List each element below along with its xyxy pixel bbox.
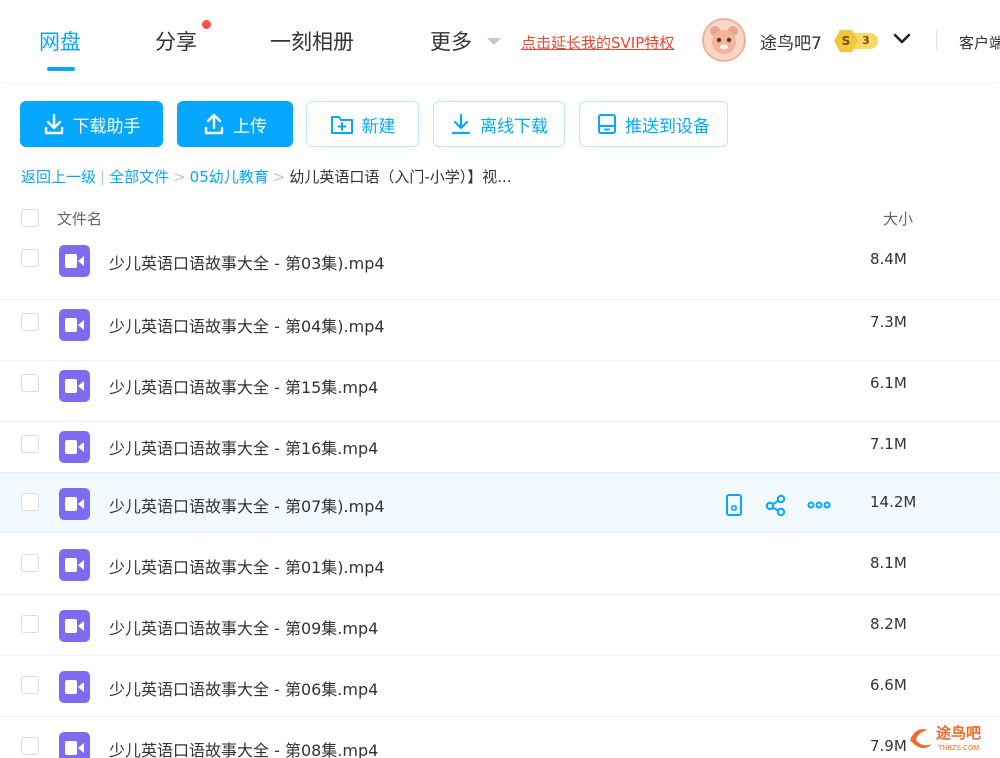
file-size: 7.3M: [870, 313, 907, 331]
row-checkbox[interactable]: [21, 737, 39, 755]
tab-album[interactable]: 一刻相册: [270, 26, 354, 56]
file-name[interactable]: 少儿英语口语故事大全 - 第07集).mp4: [109, 493, 385, 517]
file-name[interactable]: 少儿英语口语故事大全 - 第06集.mp4: [109, 676, 378, 700]
breadcrumb: 返回上一级 | 全部文件 > 05幼儿教育 > 幼儿英语口语（入门-小学）】视.…: [21, 166, 512, 187]
row-checkbox[interactable]: [21, 493, 39, 511]
send-to-phone-icon[interactable]: [722, 493, 746, 517]
new-label: 新建: [361, 116, 396, 137]
file-size: 6.1M: [870, 374, 907, 392]
video-file-icon: [59, 309, 90, 341]
file-size: 8.1M: [870, 554, 907, 572]
file-row[interactable]: 少儿英语口语故事大全 - 第04集).mp4 7.3M: [0, 300, 1000, 361]
watermark-logo: 途鸟吧 TNBZS.COM: [906, 720, 996, 754]
new-folder-icon: [330, 116, 353, 134]
vip-level-badge: 3 S: [834, 30, 880, 52]
row-actions: [722, 493, 832, 517]
file-size: 8.4M: [870, 250, 907, 268]
file-row[interactable]: 少儿英语口语故事大全 - 第01集).mp4 8.1M: [0, 534, 1000, 595]
file-size: 14.2M: [870, 493, 917, 511]
file-name[interactable]: 少儿英语口语故事大全 - 第03集).mp4: [109, 250, 385, 274]
row-checkbox[interactable]: [21, 435, 39, 453]
breadcrumb-all-files[interactable]: 全部文件: [109, 166, 169, 187]
video-file-icon: [59, 245, 90, 277]
tab-more[interactable]: 更多: [430, 26, 472, 56]
upload-button[interactable]: 上传: [177, 101, 293, 147]
download-helper-label: 下载助手: [72, 116, 141, 137]
row-checkbox[interactable]: [21, 676, 39, 694]
push-to-device-button[interactable]: 推送到设备: [579, 101, 728, 147]
video-file-icon: [59, 610, 90, 642]
watermark-subtext: TNBZS.COM: [938, 745, 979, 752]
breadcrumb-separator: >: [272, 167, 286, 186]
column-header-size[interactable]: 大小: [883, 208, 913, 229]
file-row-hovered[interactable]: 少儿英语口语故事大全 - 第07集).mp4 14.2M: [0, 472, 1000, 533]
caret-down-icon[interactable]: [487, 38, 501, 45]
breadcrumb-current: 幼儿英语口语（入门-小学）】视...: [289, 168, 512, 186]
device-icon: [598, 114, 616, 134]
client-download-link[interactable]: 客户端: [959, 32, 1000, 53]
column-header-name[interactable]: 文件名: [57, 208, 102, 229]
file-name[interactable]: 少儿英语口语故事大全 - 第04集).mp4: [109, 313, 385, 337]
file-list-header: 文件名 大小: [0, 195, 1000, 241]
file-name[interactable]: 少儿英语口语故事大全 - 第16集.mp4: [109, 435, 378, 459]
row-checkbox[interactable]: [21, 554, 39, 572]
video-file-icon: [59, 370, 90, 402]
breadcrumb-folder[interactable]: 05幼儿教育: [190, 166, 269, 187]
row-checkbox[interactable]: [21, 374, 39, 392]
download-helper-button[interactable]: 下载助手: [20, 101, 163, 147]
upload-label: 上传: [233, 116, 267, 137]
file-name[interactable]: 少儿英语口语故事大全 - 第09集.mp4: [109, 615, 378, 639]
video-file-icon: [59, 488, 90, 520]
active-tab-indicator: [47, 67, 75, 71]
offline-download-icon: [451, 113, 471, 135]
watermark-text: 途鸟吧: [936, 724, 981, 742]
download-icon: [44, 113, 63, 135]
file-row[interactable]: 少儿英语口语故事大全 - 第09集.mp4 8.2M: [0, 595, 1000, 656]
offline-download-button[interactable]: 离线下载: [433, 101, 565, 147]
file-row[interactable]: 少儿英语口语故事大全 - 第06集.mp4 6.6M: [0, 656, 1000, 717]
file-size: 7.1M: [870, 435, 907, 453]
avatar[interactable]: [702, 18, 746, 62]
breadcrumb-divider: |: [100, 167, 106, 186]
row-checkbox[interactable]: [21, 249, 39, 267]
username[interactable]: 途鸟吧7: [760, 29, 822, 54]
more-options-icon[interactable]: [807, 493, 831, 517]
notification-dot: [202, 20, 211, 29]
file-size: 6.6M: [870, 676, 907, 694]
row-checkbox[interactable]: [21, 615, 39, 633]
video-file-icon: [59, 431, 90, 463]
tab-netdisk[interactable]: 网盘: [39, 26, 81, 56]
chevron-down-icon[interactable]: [893, 32, 911, 46]
file-row[interactable]: 少儿英语口语故事大全 - 第15集.mp4 6.1M: [0, 361, 1000, 422]
video-file-icon: [59, 732, 90, 758]
file-list: 少儿英语口语故事大全 - 第03集).mp4 8.4M 少儿英语口语故事大全 -…: [0, 241, 1000, 758]
offline-download-label: 离线下载: [480, 116, 548, 137]
nav-divider: [936, 30, 937, 50]
video-file-icon: [59, 671, 90, 703]
video-file-icon: [59, 549, 90, 581]
new-folder-button[interactable]: 新建: [306, 101, 419, 147]
push-to-device-label: 推送到设备: [625, 116, 710, 137]
file-size: 7.9M: [870, 737, 907, 755]
file-size: 8.2M: [870, 615, 907, 633]
file-row[interactable]: 少儿英语口语故事大全 - 第08集.mp4 7.9M: [0, 717, 1000, 758]
row-checkbox[interactable]: [21, 313, 39, 331]
tab-share[interactable]: 分享: [155, 26, 197, 56]
file-name[interactable]: 少儿英语口语故事大全 - 第15集.mp4: [109, 374, 378, 398]
top-navigation: 网盘 分享 一刻相册 更多 点击延长我的SVIP特权 途鸟吧7 3 S 客户端: [0, 0, 1000, 82]
upload-icon: [204, 113, 224, 135]
share-icon[interactable]: [764, 493, 788, 517]
file-row[interactable]: 少儿英语口语故事大全 - 第03集).mp4 8.4M: [0, 241, 1000, 300]
file-name[interactable]: 少儿英语口语故事大全 - 第08集.mp4: [109, 737, 378, 758]
file-name[interactable]: 少儿英语口语故事大全 - 第01集).mp4: [109, 554, 385, 578]
select-all-checkbox[interactable]: [21, 209, 39, 227]
svip-renew-link[interactable]: 点击延长我的SVIP特权: [521, 32, 674, 53]
breadcrumb-back[interactable]: 返回上一级: [21, 166, 96, 187]
breadcrumb-separator: >: [173, 167, 186, 186]
